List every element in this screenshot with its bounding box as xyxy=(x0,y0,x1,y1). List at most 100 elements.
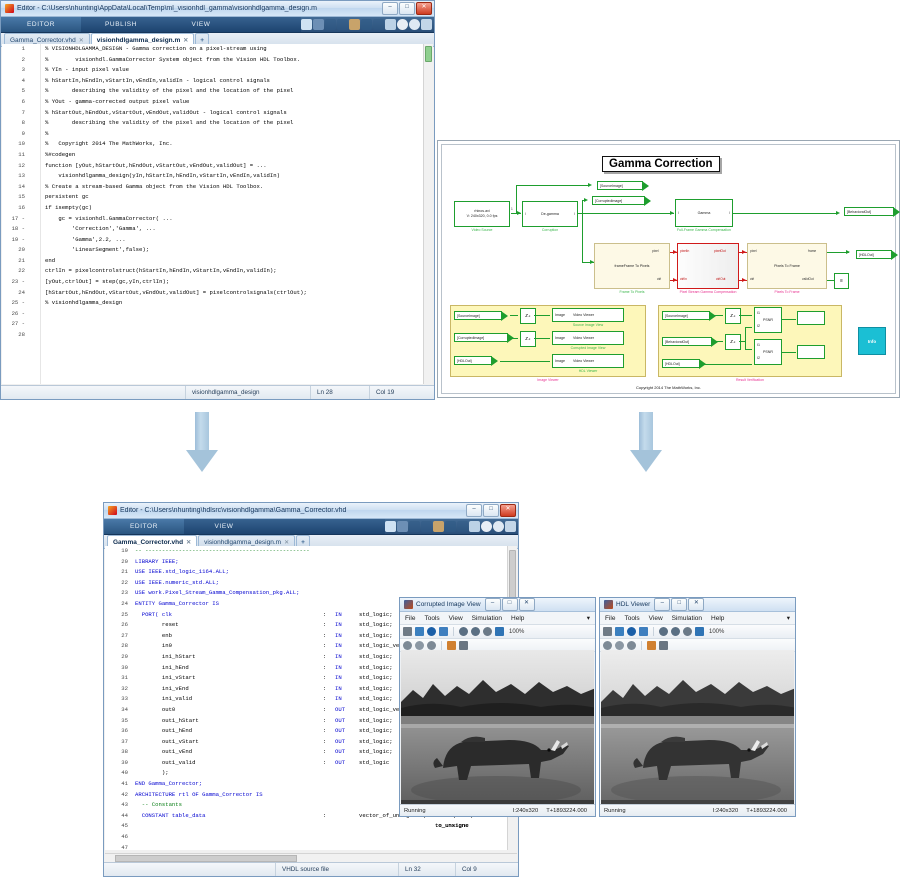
fold-marker[interactable] xyxy=(28,86,40,97)
fold-marker[interactable] xyxy=(28,118,40,129)
matlab-editor-window[interactable]: Editor - C:\Users\nhunting\AppData\Local… xyxy=(0,0,435,400)
code-line[interactable]: 'Gamma',2.2, ... xyxy=(45,235,433,246)
paste-icon[interactable] xyxy=(349,19,360,30)
block-full-frame-gamma[interactable]: I Gamma I xyxy=(675,199,733,227)
info-icon[interactable] xyxy=(627,627,636,636)
code-line[interactable]: % Copyright 2014 The MathWorks, Inc. xyxy=(45,139,433,150)
menu-view[interactable]: View xyxy=(449,615,463,622)
minimize-button[interactable]: – xyxy=(466,504,482,517)
hdl-viewer-toolbar[interactable]: 100% xyxy=(600,625,795,639)
pan-icon[interactable] xyxy=(483,627,492,636)
minimize-button[interactable]: – xyxy=(484,598,501,611)
goto-tag-hdl-out[interactable]: [HDLOut] xyxy=(856,250,898,260)
code-line[interactable]: end xyxy=(45,256,433,267)
code-line[interactable]: % YOut - gamma-corrected output pixel va… xyxy=(45,97,433,108)
scrollbar-thumb[interactable] xyxy=(425,46,432,62)
menu-overflow-icon[interactable]: ▾ xyxy=(587,614,590,622)
code-line[interactable]: %#codegen xyxy=(45,150,433,161)
fold-marker[interactable] xyxy=(28,182,40,193)
close-tab-icon[interactable]: ✕ xyxy=(183,37,188,44)
new-script-icon[interactable] xyxy=(301,19,312,30)
psnr-block-1[interactable]: I1 PSNR I2 xyxy=(754,307,782,333)
block-corruption[interactable]: I De-gamma I xyxy=(522,201,578,227)
video-viewer-block-corrupted[interactable]: Image Video Viewer xyxy=(552,331,624,345)
fold-marker[interactable] xyxy=(28,44,40,55)
corrupted-viewer-menubar[interactable]: File Tools View Simulation Help ▾ xyxy=(400,612,595,625)
close-button[interactable]: ✕ xyxy=(518,598,535,611)
colormap-icon[interactable] xyxy=(439,627,448,636)
undo-icon[interactable] xyxy=(445,521,456,532)
record-icon[interactable] xyxy=(409,19,420,30)
code-line[interactable]: 'LinearSegment',false); xyxy=(45,245,433,256)
goto-tag-source-image[interactable]: [SourceImage] xyxy=(597,181,649,191)
scrollbar-thumb[interactable] xyxy=(115,855,297,862)
snapshot-capture-icon[interactable] xyxy=(659,640,668,650)
video-viewer-block-source[interactable]: Image Video Viewer xyxy=(552,308,624,322)
model-canvas[interactable]: Gamma Correction rhinos.avi V: 240x320, … xyxy=(441,144,900,394)
ribbon-tab-view[interactable]: VIEW xyxy=(161,17,241,32)
fold-marker[interactable] xyxy=(28,171,40,182)
code-line[interactable]: visionhdlgamma_design(yIn,hStartIn,hEndI… xyxy=(45,171,433,182)
restart-icon[interactable] xyxy=(447,640,456,650)
code-line[interactable]: % xyxy=(45,129,433,140)
from-tag-corrupted-image[interactable]: [CorruptedImage] xyxy=(454,333,514,343)
delay-block-corrupted[interactable]: z -1 xyxy=(520,331,536,347)
code-line[interactable]: % visionhdl.GammaCorrector System object… xyxy=(45,55,433,66)
menu-view[interactable]: View xyxy=(649,615,663,622)
fold-marker[interactable] xyxy=(28,65,40,76)
fold-marker[interactable] xyxy=(28,224,40,235)
code-line[interactable]: % hStartOut,hEndOut,vStartOut,vEndOut,va… xyxy=(45,108,433,119)
matlab-code-lines[interactable]: % VISIONHDLGAMMA_DESIGN - Gamma correcti… xyxy=(41,44,433,384)
fold-marker[interactable] xyxy=(28,161,40,172)
redo-icon[interactable] xyxy=(373,19,384,30)
matlab-editor-window-controls[interactable]: – □ ✕ xyxy=(382,2,432,15)
matlab-code-area[interactable]: 1 2 3 4 5 6 7 8 9 10 11 12 13 14 15 16 17 -18 -19 -20 21 2… xyxy=(2,44,433,384)
close-tab-icon[interactable]: ✕ xyxy=(284,539,289,546)
simulink-model-panel[interactable]: Gamma Correction rhinos.avi V: 240x320, … xyxy=(437,140,900,398)
fold-marker[interactable] xyxy=(28,245,40,256)
menu-help[interactable]: Help xyxy=(711,615,724,622)
fold-marker[interactable] xyxy=(28,150,40,161)
maximize-button[interactable]: □ xyxy=(399,2,415,15)
help-icon[interactable] xyxy=(481,521,492,532)
copy-icon[interactable] xyxy=(337,19,348,30)
code-line[interactable]: % YIn - input pixel value xyxy=(45,65,433,76)
menu-file[interactable]: File xyxy=(605,615,615,622)
chevron-down-icon[interactable] xyxy=(421,19,432,30)
fit-to-window-icon[interactable] xyxy=(695,627,704,636)
fold-marker[interactable] xyxy=(28,319,40,330)
fold-marker[interactable] xyxy=(28,55,40,66)
code-line[interactable]: % visionhdlgamma_design xyxy=(45,298,433,309)
fold-marker[interactable] xyxy=(28,277,40,288)
psnr-block-2[interactable]: I1 PSNR I2 xyxy=(754,339,782,365)
undo-icon[interactable] xyxy=(361,19,372,30)
matlab-vertical-scrollbar[interactable] xyxy=(423,44,433,384)
code-line[interactable]: gc = visionhdl.GammaCorrector( ... xyxy=(45,214,433,225)
code-line[interactable]: [hStartOut,hEndOut,vStartOut,vEndOut,val… xyxy=(45,288,433,299)
fold-marker[interactable] xyxy=(28,330,40,341)
maximize-button[interactable]: □ xyxy=(671,598,688,611)
video-viewer-block-hdl[interactable]: Image Video Viewer xyxy=(552,354,624,368)
ribbon-tab-editor[interactable]: EDITOR xyxy=(104,519,184,534)
code-line[interactable]: LIBRARY IEEE; xyxy=(135,557,517,568)
fold-marker[interactable] xyxy=(28,97,40,108)
code-line[interactable]: ctrlIn = pixelcontrolstruct(hStartIn,hEn… xyxy=(45,266,433,277)
matlab-editor-ribbon[interactable]: EDITOR PUBLISH VIEW xyxy=(1,17,434,33)
goto-tag-corrupted-image[interactable]: [CorruptedImage] xyxy=(592,196,651,206)
delay-block-rv-source[interactable]: z -1 xyxy=(725,308,741,324)
ribbon-tab-publish[interactable]: PUBLISH xyxy=(81,17,161,32)
close-button[interactable]: ✕ xyxy=(500,504,516,517)
vhdl-editor-window-controls[interactable]: – □ ✕ xyxy=(466,504,516,517)
print-icon[interactable] xyxy=(403,627,412,636)
save-icon[interactable] xyxy=(313,19,324,30)
menu-tools[interactable]: Tools xyxy=(624,615,639,622)
fold-marker[interactable] xyxy=(28,192,40,203)
browse-folder-icon[interactable] xyxy=(385,19,396,30)
restart-icon[interactable] xyxy=(647,640,656,650)
snapshot-icon[interactable] xyxy=(415,627,424,636)
code-line[interactable]: persistent gc xyxy=(45,192,433,203)
hdl-viewer-window-controls[interactable]: – □ ✕ xyxy=(654,598,705,611)
code-fold-gutter[interactable] xyxy=(28,44,41,384)
play-icon[interactable] xyxy=(415,640,424,650)
close-tab-icon[interactable]: ✕ xyxy=(186,539,191,546)
